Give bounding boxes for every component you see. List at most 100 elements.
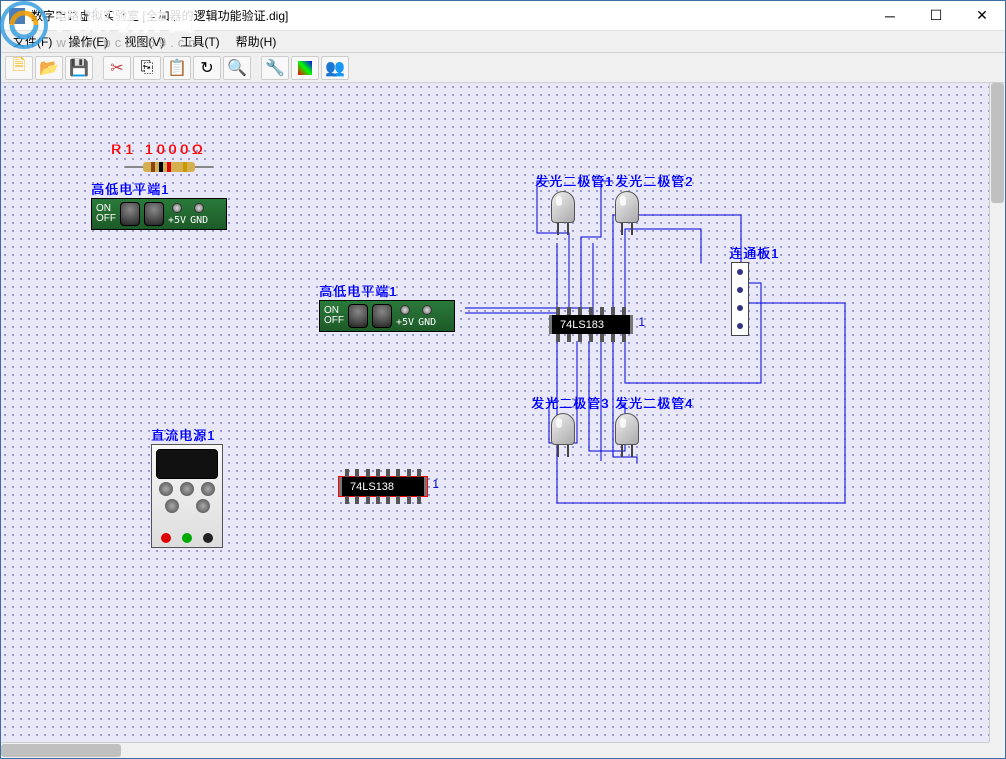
copy-icon: ⎘ — [141, 59, 154, 77]
level-terminal-2[interactable]: 高低电平端1 ONOFF +5V GND — [319, 281, 455, 332]
psu-knob[interactable] — [180, 482, 194, 496]
chip2-label: 74LS138 — [350, 481, 394, 493]
palette-button[interactable] — [291, 56, 319, 80]
users-icon: 👥 — [325, 58, 345, 78]
window-controls: ─ ☐ ✕ — [867, 1, 1005, 30]
level-terminal-1[interactable]: 高低电平端1 ONOFF +5V GND — [91, 179, 227, 230]
hscroll-thumb[interactable] — [1, 744, 121, 757]
led-bulb-icon — [551, 191, 575, 223]
led-3-body[interactable] — [549, 413, 577, 457]
connector-pin[interactable] — [737, 287, 743, 293]
led-2-label-wrap: 发光二极管2 — [615, 171, 693, 190]
minimize-button[interactable]: ─ — [867, 1, 913, 30]
vscroll-thumb[interactable] — [991, 83, 1004, 203]
canvas-container: R1 1000Ω 高低电平端1 ONOFF +5V GND — [1, 83, 1005, 758]
menu-file[interactable]: 文件(F) — [5, 31, 60, 52]
connector-pin[interactable] — [737, 305, 743, 311]
find-button[interactable]: 🔍 — [223, 56, 251, 80]
psu-knob[interactable] — [159, 482, 173, 496]
circuit-canvas[interactable]: R1 1000Ω 高低电平端1 ONOFF +5V GND — [1, 83, 989, 742]
maximize-button[interactable]: ☐ — [913, 1, 959, 30]
settings-button[interactable]: 🔧 — [261, 56, 289, 80]
led-bulb-icon — [551, 413, 575, 445]
level1-toggle[interactable] — [120, 202, 140, 226]
led-3-label-wrap: 发光二极管3 — [531, 393, 609, 412]
psu-terminal-neg[interactable] — [203, 533, 213, 543]
psu-terminal-pos[interactable] — [161, 533, 171, 543]
open-folder-icon: 📂 — [39, 58, 59, 78]
app-icon — [9, 8, 25, 24]
horizontal-scrollbar[interactable] — [1, 742, 989, 758]
led-bulb-icon — [615, 191, 639, 223]
psu-knob[interactable] — [165, 499, 179, 513]
level2-pin-5v[interactable] — [400, 305, 410, 315]
level2-box[interactable]: ONOFF +5V GND — [319, 300, 455, 332]
connector-body[interactable] — [731, 262, 749, 336]
psu-knob[interactable] — [201, 482, 215, 496]
chip1-label: 74LS183 — [560, 319, 604, 331]
close-button[interactable]: ✕ — [959, 1, 1005, 30]
find-icon: 🔍 — [227, 58, 247, 78]
led-2-body[interactable] — [613, 191, 641, 235]
connector-board-1[interactable]: 连通板1 — [731, 243, 779, 336]
vertical-scrollbar[interactable] — [989, 83, 1005, 742]
led-1-body[interactable] — [549, 191, 577, 235]
led-4-label-wrap: 发光二极管4 — [615, 393, 693, 412]
window-title: 数字电路虚拟实验室 [全加器的逻辑功能验证.dig] — [31, 7, 867, 24]
level1-pin-gnd[interactable] — [194, 203, 204, 213]
led-4-body[interactable] — [613, 413, 641, 457]
led2-label: 发光二极管2 — [615, 171, 693, 190]
level1-box[interactable]: ONOFF +5V GND — [91, 198, 227, 230]
psu-body[interactable] — [151, 444, 223, 548]
menu-edit[interactable]: 操作(E) — [60, 31, 116, 52]
resistor-r1[interactable]: R1 1000Ω — [111, 141, 206, 175]
chip-74ls138[interactable]: 74LS138 1 — [339, 477, 427, 496]
connector-label: 连通板1 — [729, 243, 779, 262]
psu-knob[interactable] — [196, 499, 210, 513]
level2-toggle[interactable] — [348, 304, 368, 328]
users-button[interactable]: 👥 — [321, 56, 349, 80]
titlebar: 数字电路虚拟实验室 [全加器的逻辑功能验证.dig] ─ ☐ ✕ — [1, 1, 1005, 31]
rotate-button[interactable]: ↻ — [193, 56, 221, 80]
paste-icon: 📋 — [167, 58, 187, 78]
resistor-body — [143, 162, 195, 172]
new-doc-icon: 🗎 — [13, 54, 26, 81]
menubar: 文件(F) 操作(E) 视图(V) 工具(T) 帮助(H) — [1, 31, 1005, 53]
level2-toggle2[interactable] — [372, 304, 392, 328]
dc-power-supply-1[interactable]: 直流电源1 — [151, 425, 223, 548]
level1-toggle2[interactable] — [144, 202, 164, 226]
scroll-corner — [989, 742, 1005, 758]
cut-icon: ✂ — [110, 58, 123, 78]
led4-label: 发光二极管4 — [615, 393, 693, 412]
menu-tools[interactable]: 工具(T) — [172, 31, 227, 52]
psu-label: 直流电源1 — [151, 425, 223, 444]
level1-pin-5v[interactable] — [172, 203, 182, 213]
led-bulb-icon — [615, 413, 639, 445]
paste-button[interactable]: 📋 — [163, 56, 191, 80]
copy-button[interactable]: ⎘ — [133, 56, 161, 80]
level2-label: 高低电平端1 — [319, 281, 455, 300]
led-1[interactable]: 发光二极管1 — [531, 171, 613, 190]
save-icon: 💾 — [69, 58, 89, 78]
resistor-label: R1 1000Ω — [111, 141, 206, 157]
new-button[interactable]: 🗎 — [5, 56, 33, 80]
led3-label: 发光二极管3 — [531, 393, 609, 412]
psu-terminal-gnd[interactable] — [182, 533, 192, 543]
menu-view[interactable]: 视图(V) — [116, 31, 172, 52]
psu-screen — [156, 449, 218, 479]
chip2-index: 1 — [432, 477, 439, 491]
connector-pin[interactable] — [737, 269, 743, 275]
save-button[interactable]: 💾 — [65, 56, 93, 80]
level2-pin-gnd[interactable] — [422, 305, 432, 315]
app-window: 数字电路虚拟实验室 [全加器的逻辑功能验证.dig] ─ ☐ ✕ 河东软件园 w… — [0, 0, 1006, 759]
menu-help[interactable]: 帮助(H) — [228, 31, 285, 52]
cut-button[interactable]: ✂ — [103, 56, 131, 80]
open-button[interactable]: 📂 — [35, 56, 63, 80]
led1-label: 发光二极管1 — [535, 171, 613, 190]
settings-icon: 🔧 — [265, 58, 285, 78]
chip-74ls183[interactable]: 74LS183 1 — [549, 315, 633, 334]
palette-icon — [298, 61, 312, 75]
rotate-icon: ↻ — [200, 58, 213, 78]
toolbar: 🗎 📂 💾 ✂ ⎘ 📋 ↻ 🔍 🔧 👥 — [1, 53, 1005, 83]
connector-pin[interactable] — [737, 323, 743, 329]
